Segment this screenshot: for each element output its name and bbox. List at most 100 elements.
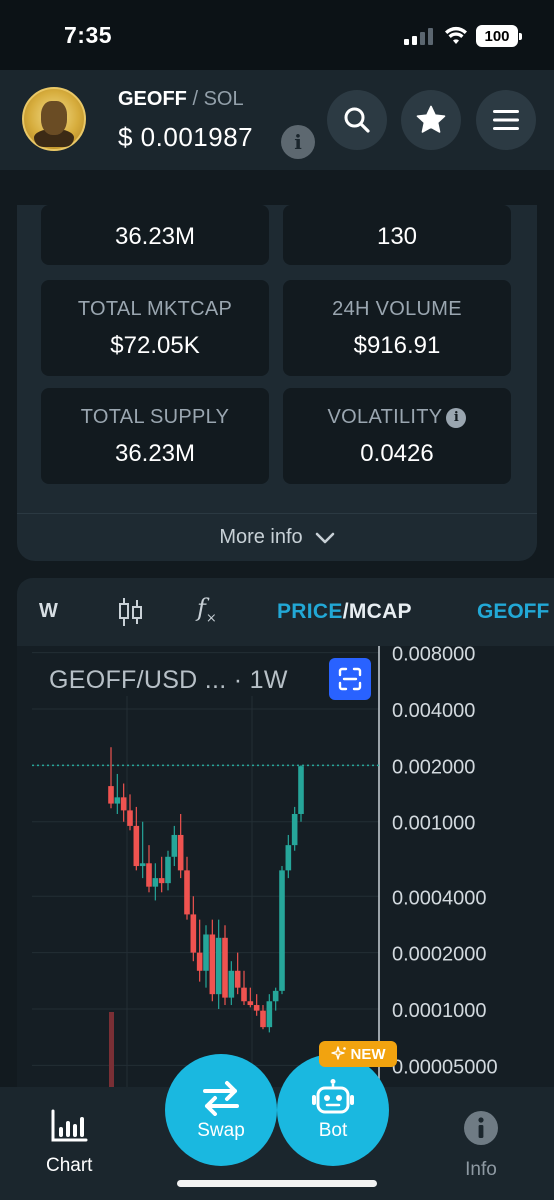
- candle-body: [291, 813, 298, 846]
- stat-label: VOLATILITY i: [283, 406, 511, 429]
- fullscreen-icon: [338, 667, 362, 691]
- search-button[interactable]: [327, 90, 387, 150]
- nav-info[interactable]: Info: [462, 1109, 500, 1181]
- more-info-label: More info: [219, 526, 303, 548]
- price-info-icon[interactable]: i: [281, 125, 315, 159]
- chevron-down-icon: [315, 532, 334, 543]
- favorite-button[interactable]: [401, 90, 461, 150]
- candle-body: [139, 863, 146, 867]
- token-price: $ 0.001987: [118, 122, 254, 152]
- y-tick-label: 0.004000: [392, 700, 475, 722]
- candle-body: [266, 1001, 273, 1028]
- price-mcap-toggle[interactable]: PRICE/MCAP: [277, 600, 412, 624]
- star-icon: [416, 105, 446, 133]
- stat-box-total-supply: TOTAL SUPPLY 36.23M: [41, 388, 269, 484]
- pair-base: GEOFF: [118, 88, 187, 110]
- stat-box-circulating: 36.23M: [41, 205, 269, 265]
- menu-button[interactable]: [476, 90, 536, 150]
- candle-body: [260, 1010, 266, 1028]
- candle-body: [241, 987, 247, 1002]
- candle-body: [272, 990, 279, 1002]
- volume-bar: [109, 1012, 114, 1098]
- candle-body: [253, 1005, 260, 1011]
- more-info-button[interactable]: More info: [17, 513, 537, 561]
- mcap-tab[interactable]: MCAP: [349, 600, 412, 623]
- swap-button[interactable]: Swap: [165, 1054, 277, 1166]
- candle-body: [146, 863, 152, 887]
- y-tick-label: 0.008000: [392, 646, 475, 666]
- candle-body: [298, 766, 304, 814]
- candle-body: [108, 786, 114, 804]
- token-avatar[interactable]: [22, 87, 86, 151]
- stat-value: $72.05K: [110, 332, 200, 359]
- chart-toolbar: W f× PRICE/MCAP GEOFF: [17, 578, 554, 646]
- candle-body: [209, 934, 216, 995]
- candle-body: [184, 870, 190, 915]
- token-header: GEOFF / SOL $ 0.001987 i: [0, 70, 554, 170]
- battery-icon: 100: [476, 25, 522, 47]
- search-icon: [344, 107, 370, 133]
- stat-label-text: VOLATILITY: [327, 406, 443, 428]
- stat-label: TOTAL SUPPLY: [80, 406, 230, 428]
- y-tick-label: 0.0002000: [392, 944, 487, 966]
- candle-body: [234, 970, 241, 988]
- candle-body: [279, 870, 285, 991]
- candle-body: [120, 797, 127, 811]
- candle-body: [203, 934, 209, 971]
- home-indicator: [177, 1180, 377, 1187]
- stat-value: 36.23M: [114, 440, 196, 467]
- candle-body: [196, 952, 203, 971]
- candlestick-type-icon[interactable]: [117, 596, 145, 628]
- nav-info-label: Info: [465, 1159, 497, 1180]
- swap-arrows-icon: [203, 1081, 239, 1116]
- stat-value: 0.0426: [360, 440, 434, 467]
- y-tick-label: 0.0001000: [392, 1000, 487, 1022]
- stat-value: 130: [376, 223, 418, 250]
- nav-chart-label: Chart: [46, 1155, 93, 1176]
- token-tab[interactable]: GEOFF: [477, 600, 549, 624]
- y-tick-label: 0.001000: [392, 813, 475, 835]
- candle-body: [171, 834, 178, 857]
- price-tab[interactable]: PRICE: [277, 600, 343, 623]
- candle-body: [133, 825, 140, 867]
- sparkle-icon: [330, 1046, 346, 1060]
- chart-panel: W f× PRICE/MCAP GEOFF 0.008000 0.004000 0.…: [17, 578, 554, 1098]
- candle-body: [127, 810, 133, 826]
- cellular-signal-icon: [404, 28, 433, 45]
- pair-separator: /: [192, 88, 199, 110]
- robot-icon: [312, 1079, 354, 1114]
- new-badge-label: NEW: [350, 1045, 386, 1063]
- stat-value: $916.91: [353, 332, 441, 359]
- candle-body: [222, 937, 228, 998]
- stats-card: 36.23M 130 TOTAL MKTCAP $72.05K 24H VOLU…: [17, 205, 537, 561]
- interval-selector[interactable]: W: [39, 600, 58, 623]
- status-time: 7:35: [64, 22, 113, 48]
- indicators-icon[interactable]: f×: [197, 594, 217, 626]
- bot-button[interactable]: Bot: [277, 1054, 389, 1166]
- stat-label: 24H VOLUME: [332, 298, 462, 320]
- stat-label: TOTAL MKTCAP: [77, 298, 233, 320]
- chart-legend-title: GEOFF/USD ... · 1W: [49, 666, 288, 694]
- token-pair: GEOFF / SOL: [118, 88, 244, 111]
- stat-box-holders: 130: [283, 205, 511, 265]
- candle-body: [114, 797, 121, 804]
- volatility-info-icon[interactable]: i: [446, 407, 467, 428]
- status-bar: 7:35 100: [0, 0, 554, 70]
- fullscreen-button[interactable]: [329, 658, 371, 700]
- candle-body: [165, 856, 171, 884]
- pair-quote: SOL: [203, 88, 244, 110]
- candle-body: [247, 1001, 254, 1006]
- stat-value: 36.23M: [114, 223, 196, 250]
- price-chart[interactable]: 0.008000 0.004000 0.002000 0.001000 0.000400…: [17, 646, 554, 1098]
- stat-box-total-mktcap: TOTAL MKTCAP $72.05K: [41, 280, 269, 376]
- candle-body: [190, 914, 197, 953]
- new-badge: NEW: [319, 1041, 397, 1067]
- candle-body: [228, 970, 235, 998]
- bot-label: Bot: [318, 1120, 348, 1141]
- stat-box-24h-volume: 24H VOLUME $916.91: [283, 280, 511, 376]
- info-icon: [464, 1111, 498, 1145]
- y-tick-label: 0.0004000: [392, 887, 487, 909]
- swap-label: Swap: [197, 1120, 245, 1141]
- nav-chart[interactable]: Chart: [46, 1109, 92, 1177]
- wifi-icon: [445, 26, 467, 44]
